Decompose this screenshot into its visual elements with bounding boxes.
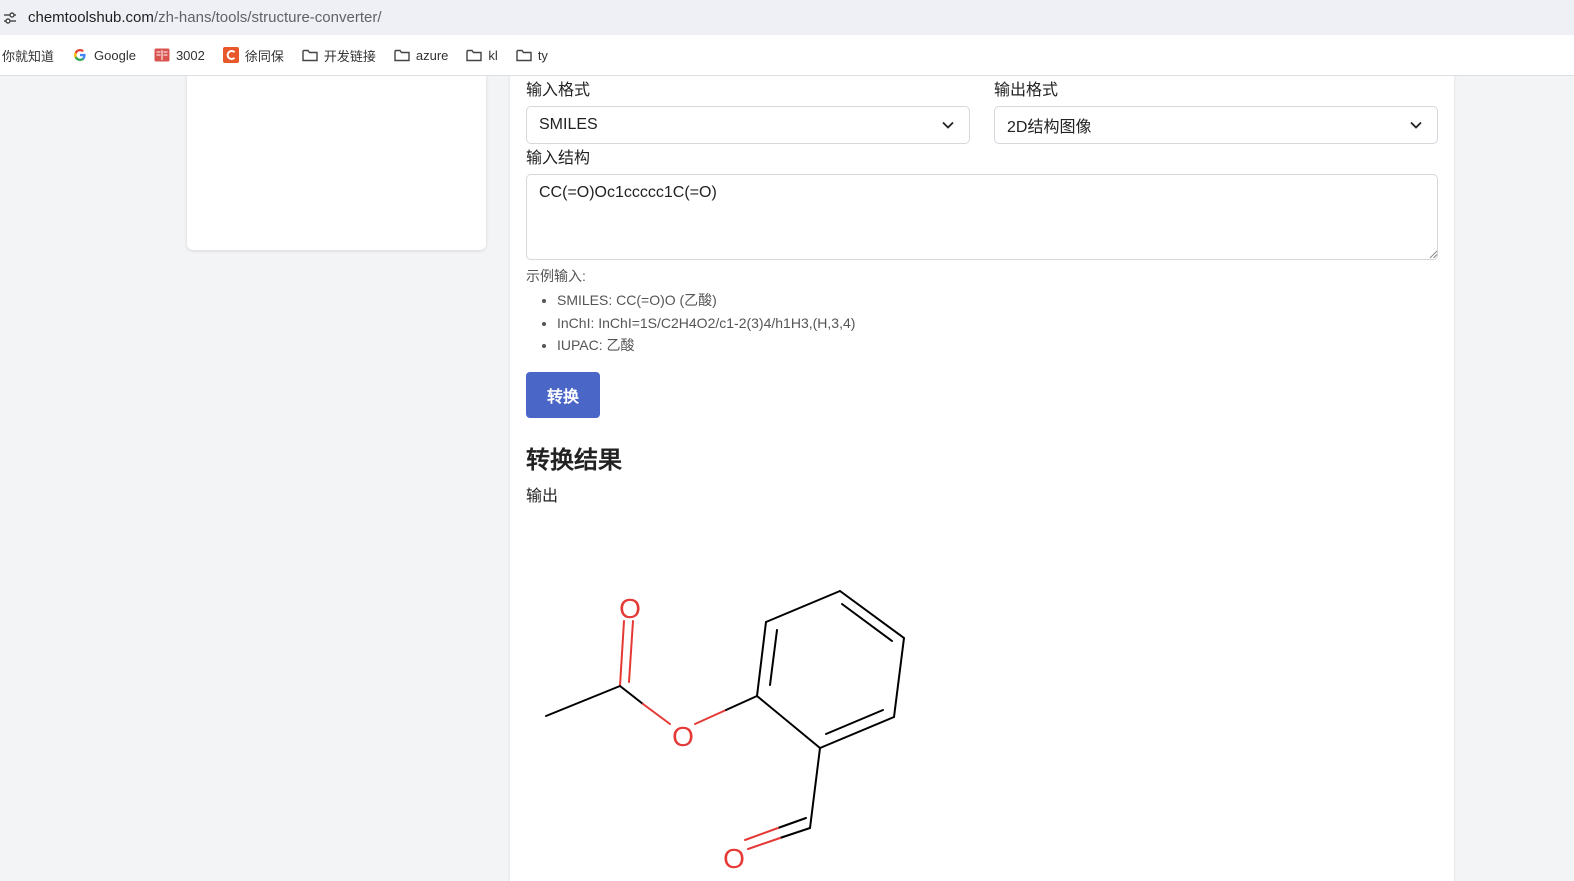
- atom-label-oxygen: O: [672, 721, 694, 752]
- folder-icon: [466, 47, 483, 63]
- bookmark-item[interactable]: 你就知道: [0, 46, 54, 65]
- bond: [809, 747, 821, 829]
- bond: [545, 685, 621, 717]
- bookmark-folder-ty[interactable]: ty: [516, 47, 548, 63]
- c-logo-icon: [222, 47, 239, 63]
- bond: [779, 827, 811, 839]
- google-icon: [72, 47, 88, 63]
- site-settings-icon[interactable]: [2, 10, 18, 26]
- bookmark-label: ty: [537, 47, 548, 63]
- bond: [756, 621, 767, 697]
- bond: [777, 817, 807, 829]
- bond: [893, 637, 905, 718]
- bookmark-label: Google: [94, 47, 136, 63]
- folder-icon: [302, 47, 318, 63]
- bond: [628, 620, 634, 683]
- atom-label-oxygen: O: [723, 843, 745, 874]
- url-path: /zh-hans/tools/structure-converter/: [153, 9, 382, 26]
- bond: [725, 695, 758, 711]
- bond: [769, 629, 778, 686]
- bookmark-xutongbao[interactable]: 徐同保: [222, 46, 284, 65]
- page-content: 输入格式 SMILES 输出格式 2D结构图像 输入结构 CC(=O)Oc1cc…: [0, 76, 1574, 881]
- bookmark-label: 开发链接: [323, 48, 376, 64]
- url-host: chemtoolshub.com: [28, 9, 154, 26]
- bond: [765, 590, 841, 623]
- bookmark-3002[interactable]: 3002: [154, 47, 205, 63]
- bond: [839, 590, 905, 639]
- bond: [747, 837, 781, 850]
- url-text[interactable]: chemtoolshub.com/zh-hans/tools/structure…: [28, 9, 382, 26]
- bookmark-label: 3002: [175, 47, 205, 63]
- bond: [825, 709, 884, 735]
- folder-icon: [394, 47, 410, 63]
- sidebar-card: [187, 76, 486, 250]
- bookmark-folder-kl[interactable]: kl: [466, 47, 498, 63]
- bond: [744, 827, 779, 841]
- bond: [619, 620, 625, 687]
- folder-icon: [516, 47, 532, 63]
- bookmarks-bar: 你就知道 Google 3002 徐同保 开发链接 azure kl ty: [0, 35, 1574, 76]
- bookmark-label: azure: [415, 47, 449, 63]
- molecule-structure-image: O O O: [545, 590, 905, 874]
- bond: [619, 685, 644, 705]
- bond: [756, 695, 821, 749]
- converter-card: 输入格式 SMILES 输出格式 2D结构图像 输入结构 CC(=O)Oc1cc…: [510, 76, 1454, 881]
- bookmark-label: 徐同保: [244, 48, 284, 64]
- book-icon: [154, 47, 170, 63]
- bookmark-label: kl: [488, 47, 498, 63]
- bookmark-folder-dev[interactable]: 开发链接: [302, 46, 376, 65]
- address-bar[interactable]: chemtoolshub.com/zh-hans/tools/structure…: [0, 0, 1574, 35]
- atom-label-oxygen: O: [619, 593, 641, 624]
- bookmark-folder-azure[interactable]: azure: [394, 47, 449, 63]
- bond: [642, 703, 671, 725]
- bookmark-google[interactable]: Google: [72, 47, 136, 63]
- bond: [694, 709, 727, 725]
- bookmark-label: 你就知道: [2, 48, 55, 64]
